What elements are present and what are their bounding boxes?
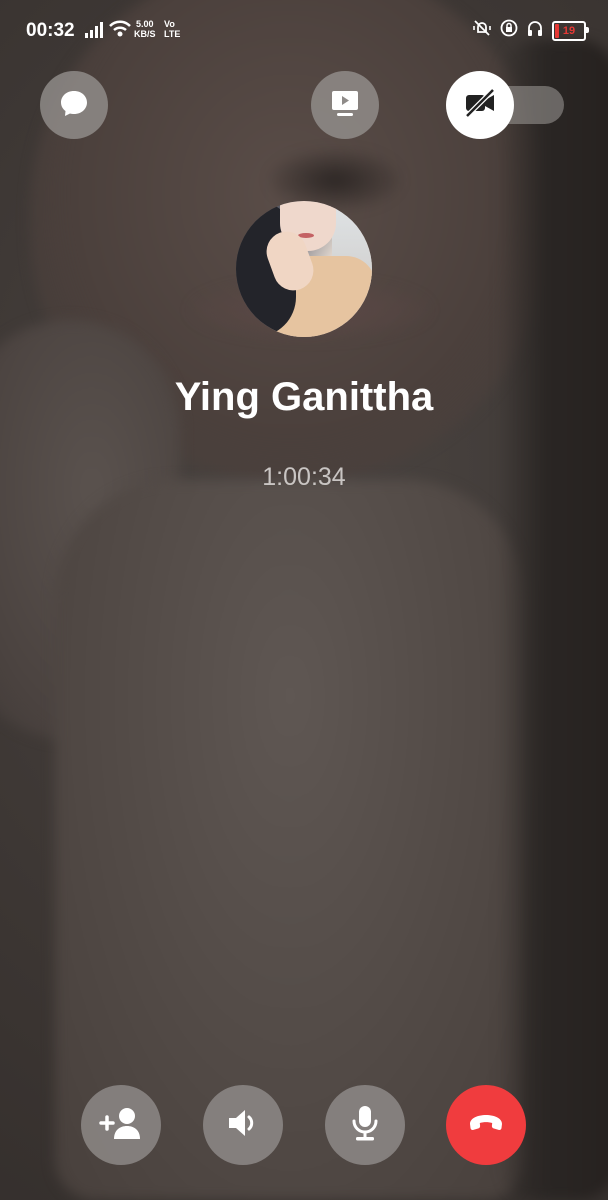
signal-icon	[84, 22, 104, 43]
bg-hair-shape	[498, 40, 608, 1200]
battery-icon: 19	[552, 20, 589, 41]
network-speed-value: 5.00	[135, 19, 154, 29]
end-call-button[interactable]	[446, 1085, 526, 1165]
screen-share-button[interactable]	[311, 71, 379, 139]
video-toggle-knob[interactable]	[446, 71, 514, 139]
status-right-icons: 19	[472, 18, 589, 43]
alarm-lock-icon	[500, 19, 518, 42]
microphone-button[interactable]	[325, 1085, 405, 1165]
chat-button[interactable]	[40, 71, 108, 139]
video-background	[0, 0, 608, 1200]
contact-avatar	[236, 201, 372, 337]
add-person-button[interactable]	[81, 1085, 161, 1165]
volte-indicator: Vo LTE	[164, 19, 180, 39]
contact-name: Ying Ganittha	[174, 375, 434, 419]
add-person-icon	[98, 1105, 144, 1146]
wifi-icon	[108, 20, 132, 43]
chat-bubble-icon	[58, 87, 90, 124]
speaker-button[interactable]	[203, 1085, 283, 1165]
call-duration: 1:00:34	[262, 463, 346, 491]
network-speed-unit: KB/S	[134, 29, 156, 39]
volte-bottom: LTE	[164, 29, 181, 39]
microphone-icon	[347, 1103, 383, 1148]
network-speed: 5.00 KB/S	[134, 19, 156, 39]
mute-vibrate-icon	[472, 18, 492, 43]
video-toggle[interactable]	[446, 71, 564, 139]
status-bar: 00:32 5.00 KB/S Vo LTE 19	[0, 0, 608, 62]
headphones-icon	[526, 19, 544, 42]
end-call-icon	[465, 1102, 507, 1149]
video-off-icon	[462, 85, 498, 126]
status-time: 00:32	[26, 20, 75, 41]
battery-level: 19	[562, 24, 576, 37]
speaker-icon	[224, 1104, 262, 1147]
volte-top: Vo	[164, 19, 175, 29]
screen-share-icon	[328, 86, 362, 125]
